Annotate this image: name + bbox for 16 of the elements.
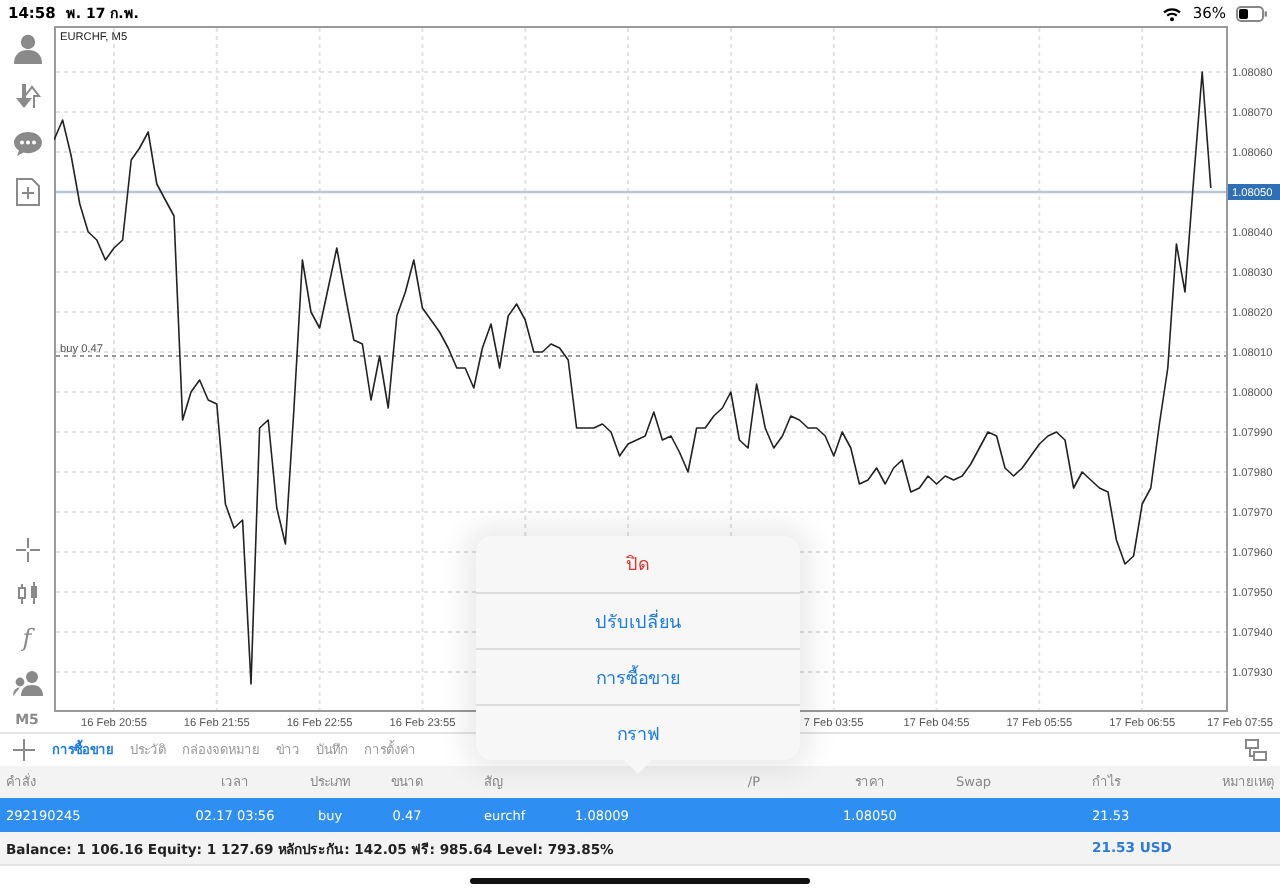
plus-icon[interactable]: [12, 738, 36, 762]
menu-item[interactable]: ปิด: [476, 536, 800, 592]
candlestick-icon[interactable]: [13, 580, 41, 608]
people-icon[interactable]: [11, 668, 43, 696]
wifi-icon: [1162, 5, 1183, 21]
user-icon[interactable]: [11, 32, 43, 64]
crosshair-icon[interactable]: [13, 536, 41, 564]
arrows-icon[interactable]: [11, 80, 43, 112]
menu-item[interactable]: การซื้อขาย: [476, 648, 800, 704]
menu-item[interactable]: ปรับเปลี่ยน: [476, 592, 800, 648]
indicators-button[interactable]: f: [22, 624, 32, 652]
chat-icon[interactable]: [11, 128, 43, 160]
layout-icon[interactable]: [1244, 738, 1268, 762]
menu-item[interactable]: กราฟ: [476, 704, 800, 760]
document-plus-icon[interactable]: [13, 176, 41, 208]
battery-icon: [1236, 5, 1268, 21]
